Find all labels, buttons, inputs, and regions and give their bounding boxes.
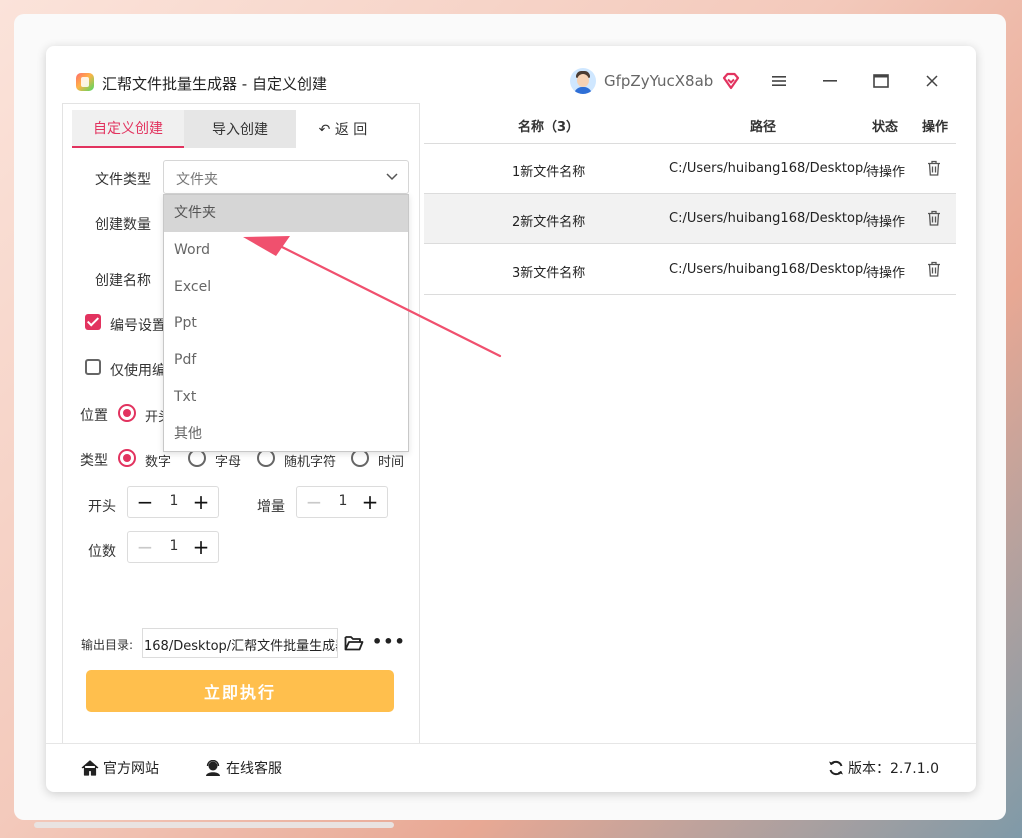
file-type-dropdown: 文件夹 Word Excel Ppt Pdf Txt 其他 (163, 194, 409, 452)
chevron-down-icon (386, 173, 398, 181)
tab-custom-create[interactable]: 自定义创建 (72, 110, 184, 148)
row-name: 1新文件名称 (512, 165, 586, 180)
start-decrement-button[interactable]: − (134, 491, 156, 513)
position-start-radio[interactable] (118, 404, 136, 422)
increment-label: 增量 (257, 499, 285, 515)
numbering-label: 编号设置 (110, 318, 166, 334)
username[interactable]: GfpZyYucX8ab (604, 72, 713, 90)
type-random-label: 随机字符 (284, 455, 337, 470)
row-status: 待操作 (866, 215, 906, 230)
file-type-value: 文件夹 (176, 172, 218, 188)
row-name: 2新文件名称 (512, 215, 586, 230)
tab-import-create[interactable]: 导入创建 (184, 110, 296, 148)
dropdown-option-txt[interactable]: Txt (164, 379, 408, 416)
customer-service-icon (206, 760, 220, 776)
increment-value: 1 (338, 493, 348, 509)
create-count-label: 创建数量 (95, 217, 151, 233)
back-button[interactable]: ↶ 返 回 (308, 110, 378, 148)
more-options-icon[interactable]: ••• (372, 632, 406, 651)
output-dir-field[interactable]: 168/Desktop/汇帮文件批量生成器 (142, 628, 338, 658)
only-numbering-checkbox[interactable] (85, 359, 101, 375)
only-numbering-label: 仅使用编 (110, 363, 166, 379)
type-label: 类型 (80, 453, 108, 469)
window-title: 汇帮文件批量生成器 - 自定义创建 (102, 75, 327, 93)
table-row[interactable]: 3新文件名称 C:/Users/huibang168/Desktop/ 待操作 (424, 245, 956, 295)
website-label: 官方网站 (103, 761, 159, 777)
type-letter-label: 字母 (215, 455, 242, 470)
start-label: 开头 (88, 499, 116, 515)
type-number-radio[interactable] (118, 449, 136, 467)
table-row[interactable]: 2新文件名称 C:/Users/huibang168/Desktop/ 待操作 (424, 194, 956, 244)
column-header-actions: 操作 (922, 120, 949, 135)
start-increment-button[interactable]: + (190, 491, 212, 513)
column-header-status: 状态 (872, 120, 899, 135)
column-header-path: 路径 (750, 120, 777, 135)
version-label: 版本：2.7.1.0 (848, 761, 939, 777)
close-icon[interactable] (918, 68, 946, 94)
table-header: 名称（3） 路径 状态 操作 (424, 104, 956, 144)
create-name-label: 创建名称 (95, 273, 151, 289)
folder-open-icon[interactable] (344, 634, 364, 652)
minimize-icon[interactable] (816, 68, 844, 94)
version-info[interactable]: 版本：2.7.1.0 (828, 758, 939, 778)
row-status: 待操作 (866, 165, 906, 180)
footer: 官方网站 在线客服 版本：2.7.1.0 (46, 743, 976, 792)
refresh-icon (829, 760, 843, 776)
maximize-icon[interactable] (867, 68, 895, 94)
dropdown-option-word[interactable]: Word (164, 232, 408, 269)
app-window: 汇帮文件批量生成器 - 自定义创建 GfpZyYucX8ab 自定义创建 导入创… (46, 46, 976, 792)
digits-increment-button[interactable]: + (190, 536, 212, 558)
row-path: C:/Users/huibang168/Desktop/ (669, 262, 868, 277)
dropdown-option-other[interactable]: 其他 (164, 416, 408, 453)
execute-button[interactable]: 立即执行 (86, 670, 394, 712)
menu-icon[interactable] (765, 68, 793, 94)
row-path: C:/Users/huibang168/Desktop/ (669, 211, 868, 226)
digits-stepper[interactable]: − 1 + (127, 531, 219, 563)
support-link[interactable]: 在线客服 (204, 758, 282, 778)
numbering-checkbox[interactable] (85, 314, 101, 330)
file-type-select[interactable]: 文件夹 (163, 160, 409, 194)
vip-diamond-icon[interactable] (722, 72, 740, 90)
avatar[interactable] (570, 68, 596, 94)
file-type-label: 文件类型 (95, 172, 151, 188)
background-strip (34, 822, 394, 828)
increment-decrement-button[interactable]: − (303, 491, 325, 513)
start-stepper[interactable]: − 1 + (127, 486, 219, 518)
position-label: 位置 (80, 408, 108, 424)
dropdown-option-folder[interactable]: 文件夹 (164, 195, 408, 232)
start-value: 1 (169, 493, 179, 509)
support-label: 在线客服 (226, 761, 282, 777)
row-name: 3新文件名称 (512, 266, 586, 281)
digits-value: 1 (169, 538, 179, 554)
increment-increment-button[interactable]: + (359, 491, 381, 513)
output-dir-label: 输出目录: (81, 638, 134, 652)
website-link[interactable]: 官方网站 (81, 758, 159, 778)
home-icon (81, 760, 99, 776)
trash-icon[interactable] (927, 261, 941, 277)
increment-stepper[interactable]: − 1 + (296, 486, 388, 518)
type-number-label: 数字 (145, 455, 172, 470)
dropdown-option-ppt[interactable]: Ppt (164, 305, 408, 342)
app-logo-icon (76, 73, 94, 91)
trash-icon[interactable] (927, 160, 941, 176)
row-path: C:/Users/huibang168/Desktop/ (669, 161, 868, 176)
column-header-name: 名称（3） (518, 120, 580, 135)
dropdown-option-excel[interactable]: Excel (164, 269, 408, 306)
table-row[interactable]: 1新文件名称 C:/Users/huibang168/Desktop/ 待操作 (424, 144, 956, 194)
digits-decrement-button[interactable]: − (134, 536, 156, 558)
trash-icon[interactable] (927, 210, 941, 226)
row-status: 待操作 (866, 266, 906, 281)
digits-label: 位数 (88, 544, 116, 560)
dropdown-option-pdf[interactable]: Pdf (164, 342, 408, 379)
type-time-label: 时间 (378, 455, 405, 470)
